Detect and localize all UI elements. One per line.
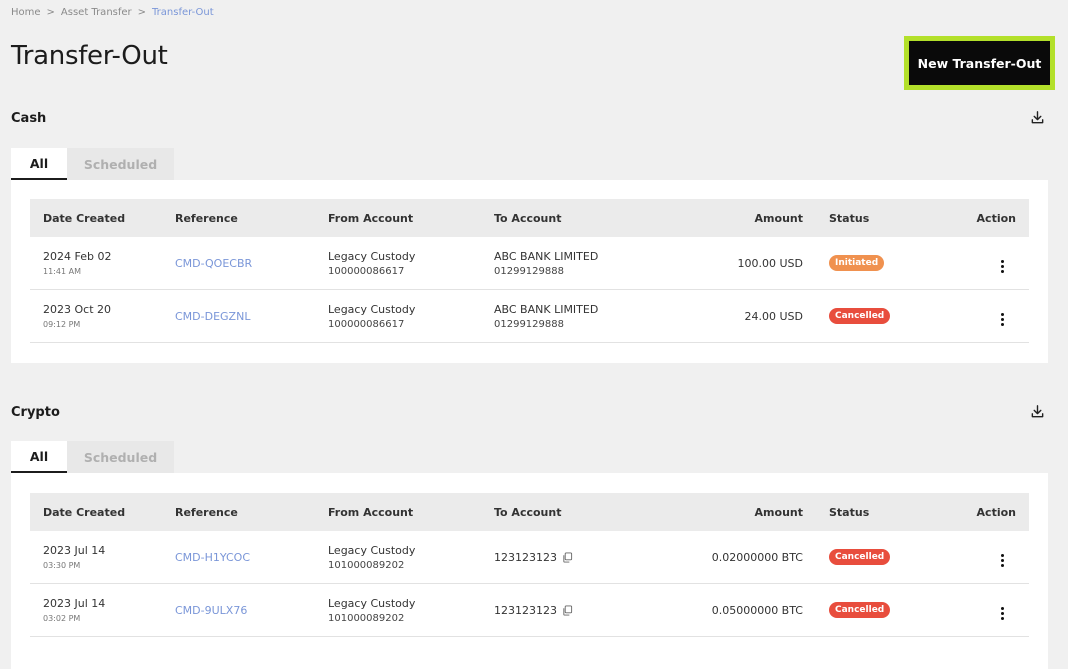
header-reference: Reference <box>175 211 238 225</box>
table-row: 2023 Oct 20 09:12 PM CMD-DEGZNL Legacy C… <box>30 290 1029 343</box>
row-date: 2023 Oct 20 <box>43 303 112 316</box>
crypto-tab-all[interactable]: All <box>11 441 67 473</box>
more-options-icon[interactable] <box>996 313 1008 326</box>
row-from-number: 100000086617 <box>328 318 405 330</box>
row-to-name: ABC BANK LIMITED <box>494 249 599 263</box>
crypto-tab-scheduled[interactable]: Scheduled <box>67 441 174 473</box>
row-to-address: 123123123 <box>494 550 557 564</box>
row-from-number: 101000089202 <box>328 612 405 624</box>
row-date: 2024 Feb 02 <box>43 250 112 263</box>
breadcrumb-current: Transfer-Out <box>152 7 214 18</box>
copy-icon[interactable] <box>562 604 573 616</box>
header-date-created: Date Created <box>43 211 126 225</box>
row-amount: 100.00 USD <box>737 256 804 270</box>
cash-table: Date Created Reference From Account To A… <box>30 199 1029 343</box>
breadcrumb-separator: > <box>46 7 55 18</box>
row-to-number: 01299129888 <box>494 265 564 277</box>
table-row: 2023 Jul 14 03:30 PM CMD-H1YCOC Legacy C… <box>30 531 1029 584</box>
header-status: Status <box>829 211 870 225</box>
crypto-tabs: All Scheduled <box>11 441 174 473</box>
status-badge: Initiated <box>829 255 885 271</box>
row-amount: 0.05000000 BTC <box>711 603 803 617</box>
table-row: 2024 Feb 02 11:41 AM CMD-QOECBR Legacy C… <box>30 237 1029 290</box>
header-from-account: From Account <box>328 211 414 225</box>
cash-panel: Date Created Reference From Account To A… <box>11 180 1048 363</box>
status-badge: Cancelled <box>829 602 891 618</box>
cash-section-title: Cash <box>11 111 47 126</box>
row-time: 03:02 PM <box>43 614 81 623</box>
crypto-table: Date Created Reference From Account To A… <box>30 493 1029 637</box>
row-from-name: Legacy Custody <box>328 543 416 557</box>
header-amount: Amount <box>754 211 803 225</box>
row-date: 2023 Jul 14 <box>43 544 106 557</box>
row-from-number: 100000086617 <box>328 265 405 277</box>
cash-tab-all[interactable]: All <box>11 148 67 180</box>
breadcrumb-asset-transfer[interactable]: Asset Transfer <box>61 7 132 18</box>
row-time: 11:41 AM <box>43 267 81 276</box>
table-header: Date Created Reference From Account To A… <box>30 493 1029 531</box>
header-action: Action <box>976 211 1016 225</box>
status-badge: Cancelled <box>829 308 891 324</box>
new-transfer-out-highlight: New Transfer-Out <box>904 36 1055 90</box>
table-header: Date Created Reference From Account To A… <box>30 199 1029 237</box>
row-from-name: Legacy Custody <box>328 249 416 263</box>
cash-tabs: All Scheduled <box>11 148 174 180</box>
header-to-account: To Account <box>494 505 562 519</box>
more-options-icon[interactable] <box>996 607 1008 620</box>
row-reference-link[interactable]: CMD-H1YCOC <box>175 551 250 564</box>
page-title: Transfer-Out <box>11 41 168 71</box>
status-badge: Cancelled <box>829 549 891 565</box>
row-to-number: 01299129888 <box>494 318 564 330</box>
row-reference-link[interactable]: CMD-9ULX76 <box>175 604 247 617</box>
crypto-panel: Date Created Reference From Account To A… <box>11 473 1048 669</box>
row-reference-link[interactable]: CMD-QOECBR <box>175 257 252 270</box>
download-icon[interactable] <box>1030 110 1045 125</box>
breadcrumb-home[interactable]: Home <box>11 7 41 18</box>
header-reference: Reference <box>175 505 238 519</box>
more-options-icon[interactable] <box>996 260 1008 273</box>
crypto-section-title: Crypto <box>11 405 60 420</box>
header-action: Action <box>976 505 1016 519</box>
cash-tab-scheduled[interactable]: Scheduled <box>67 148 174 180</box>
table-row: 2023 Jul 14 03:02 PM CMD-9ULX76 Legacy C… <box>30 584 1029 637</box>
row-to-name: ABC BANK LIMITED <box>494 302 599 316</box>
download-icon[interactable] <box>1030 404 1045 419</box>
more-options-icon[interactable] <box>996 554 1008 567</box>
row-date: 2023 Jul 14 <box>43 597 106 610</box>
row-time: 03:30 PM <box>43 561 81 570</box>
header-from-account: From Account <box>328 505 414 519</box>
row-amount: 24.00 USD <box>744 309 804 323</box>
breadcrumb-separator: > <box>137 7 147 18</box>
row-from-number: 101000089202 <box>328 559 405 571</box>
header-amount: Amount <box>754 505 803 519</box>
header-status: Status <box>829 505 870 519</box>
row-time: 09:12 PM <box>43 320 81 329</box>
header-to-account: To Account <box>494 211 562 225</box>
row-from-name: Legacy Custody <box>328 596 416 610</box>
breadcrumb: Home > Asset Transfer > Transfer-Out <box>11 7 214 18</box>
row-amount: 0.02000000 BTC <box>711 550 803 564</box>
header-date-created: Date Created <box>43 505 126 519</box>
new-transfer-out-button[interactable]: New Transfer-Out <box>909 41 1050 85</box>
copy-icon[interactable] <box>562 551 573 563</box>
row-reference-link[interactable]: CMD-DEGZNL <box>175 310 250 323</box>
row-from-name: Legacy Custody <box>328 302 416 316</box>
row-to-address: 123123123 <box>494 603 557 617</box>
